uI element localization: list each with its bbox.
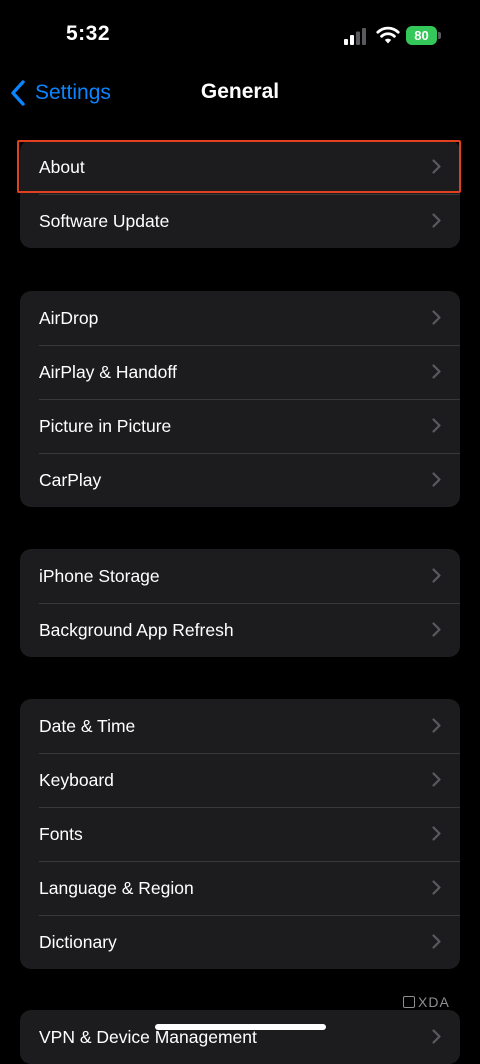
settings-row-carplay[interactable]: CarPlay [20,453,460,507]
settings-group-1: About Software Update [20,140,460,248]
chevron-right-icon [432,159,441,174]
row-label: AirPlay & Handoff [39,361,177,382]
status-time: 5:32 [66,22,111,45]
settings-row-date-time[interactable]: Date & Time [20,699,460,753]
settings-group-4: Date & Time Keyboard Fonts Language & Re… [20,699,460,969]
watermark-text: XDA [418,994,450,1010]
row-label: CarPlay [39,469,102,490]
chevron-right-icon [432,1029,441,1044]
xda-logo-icon [403,996,415,1008]
chevron-right-icon [432,880,441,895]
row-label: Fonts [39,823,83,844]
settings-row-iphone-storage[interactable]: iPhone Storage [20,549,460,603]
row-label: AirDrop [39,307,99,328]
settings-row-dictionary[interactable]: Dictionary [20,915,460,969]
page-title: General [200,80,280,103]
navigation-bar: Settings General [0,70,480,116]
chevron-right-icon [432,213,441,228]
settings-row-airdrop[interactable]: AirDrop [20,291,460,345]
chevron-right-icon [432,622,441,637]
status-bar: 5:32 80 [0,0,480,70]
home-indicator[interactable] [155,1024,326,1030]
settings-row-software-update[interactable]: Software Update [20,194,460,248]
row-label: Date & Time [39,715,136,736]
chevron-right-icon [432,310,441,325]
battery-icon: 80 [406,26,442,46]
settings-row-background-app-refresh[interactable]: Background App Refresh [20,603,460,657]
settings-group-5: VPN & Device Management [20,1010,460,1064]
wifi-icon [376,26,400,44]
row-label: Dictionary [39,931,117,952]
battery-level: 80 [406,26,437,45]
settings-row-keyboard[interactable]: Keyboard [20,753,460,807]
settings-group-3: iPhone Storage Background App Refresh [20,549,460,657]
settings-row-fonts[interactable]: Fonts [20,807,460,861]
chevron-right-icon [432,364,441,379]
settings-row-vpn-device-management[interactable]: VPN & Device Management [20,1010,460,1064]
row-label: Language & Region [39,877,194,898]
row-label: About [39,156,85,177]
chevron-right-icon [432,568,441,583]
row-label: Picture in Picture [39,415,172,436]
row-label: iPhone Storage [39,565,160,586]
chevron-right-icon [432,472,441,487]
settings-row-language-region[interactable]: Language & Region [20,861,460,915]
chevron-right-icon [432,718,441,733]
chevron-right-icon [432,934,441,949]
settings-row-about[interactable]: About [20,140,460,194]
chevron-right-icon [432,826,441,841]
settings-group-2: AirDrop AirPlay & Handoff Picture in Pic… [20,291,460,507]
row-label: Keyboard [39,769,114,790]
xda-watermark: XDA [403,994,450,1010]
cellular-signal-icon [344,28,366,45]
chevron-right-icon [432,418,441,433]
settings-row-picture-in-picture[interactable]: Picture in Picture [20,399,460,453]
row-label: Software Update [39,210,170,231]
chevron-right-icon [432,772,441,787]
settings-row-airplay-handoff[interactable]: AirPlay & Handoff [20,345,460,399]
battery-tip [438,32,441,39]
row-label: Background App Refresh [39,619,234,640]
